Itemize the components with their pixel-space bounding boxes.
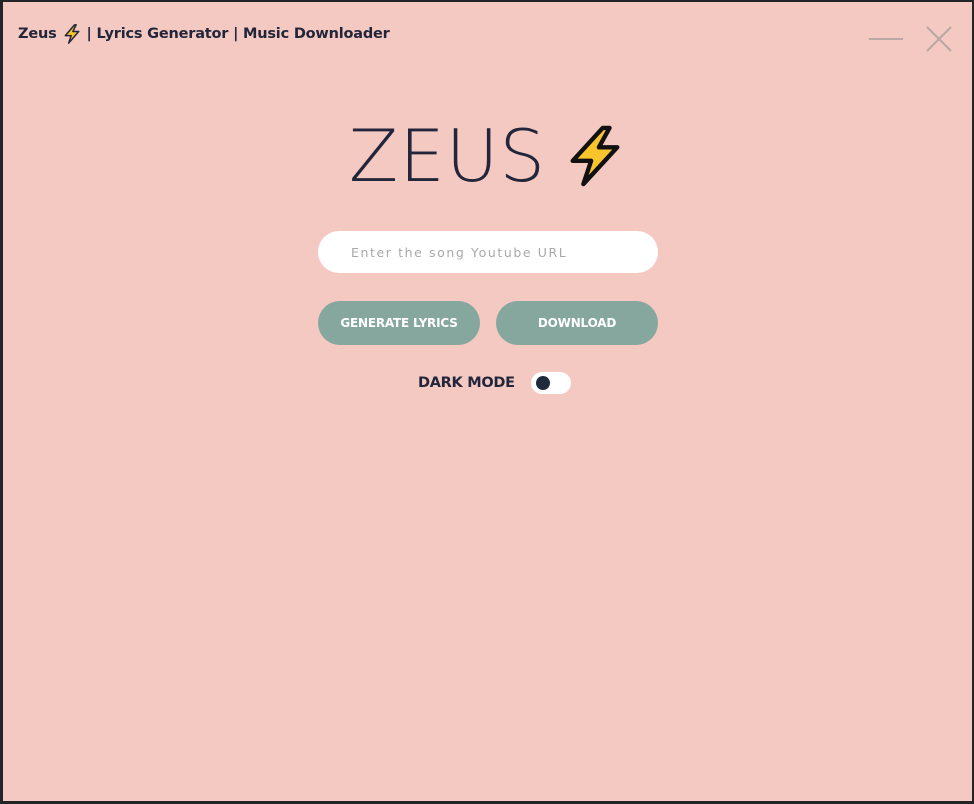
window-title: Zeus | Lyrics Generator | Music Download… xyxy=(18,24,390,44)
title-app-name: Zeus xyxy=(18,26,57,42)
close-button[interactable] xyxy=(924,24,954,54)
toggle-knob xyxy=(535,376,550,390)
download-button[interactable]: DOWNLOAD xyxy=(496,301,658,345)
youtube-url-input[interactable] xyxy=(318,231,658,273)
window-controls xyxy=(868,24,954,54)
logo-text: ZEUS xyxy=(348,114,547,198)
app-window: Zeus | Lyrics Generator | Music Download… xyxy=(3,2,972,801)
dark-mode-setting: DARK MODE xyxy=(418,372,571,394)
minimize-button[interactable] xyxy=(868,24,904,54)
generate-lyrics-button[interactable]: GENERATE LYRICS xyxy=(318,301,480,345)
dark-mode-toggle[interactable] xyxy=(530,372,571,394)
lightning-bolt-icon xyxy=(64,24,79,44)
lightning-bolt-icon xyxy=(570,125,620,187)
app-logo: ZEUS xyxy=(3,120,972,192)
title-subtitle: | Lyrics Generator | Music Downloader xyxy=(86,26,390,42)
dark-mode-label: DARK MODE xyxy=(418,375,515,391)
close-icon xyxy=(926,26,952,52)
